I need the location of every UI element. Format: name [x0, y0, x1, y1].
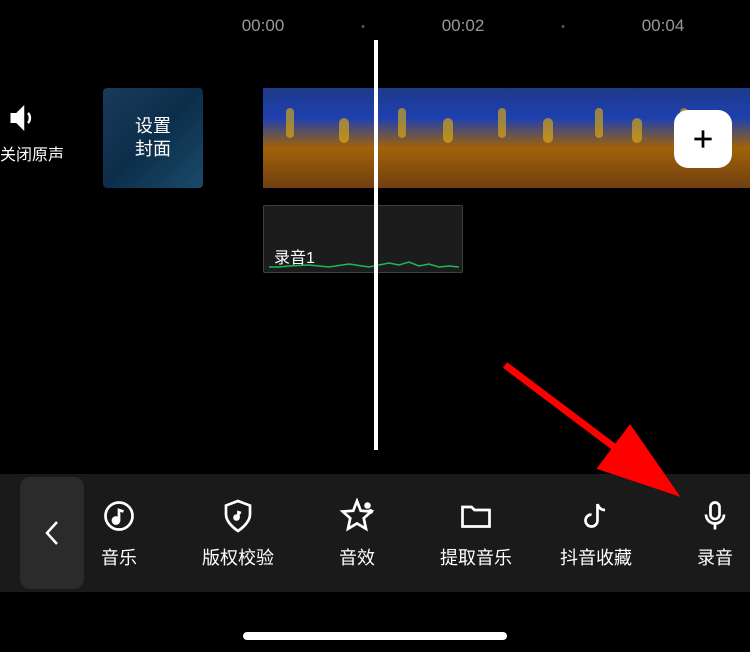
ruler-time-0: 00:00 — [242, 16, 285, 36]
music-icon — [99, 496, 139, 536]
set-cover-button[interactable]: 设置 封面 — [103, 88, 203, 188]
mute-label: 关闭原声 — [0, 141, 64, 165]
folder-icon — [456, 496, 496, 536]
back-button[interactable] — [20, 477, 84, 589]
audio-clip[interactable]: 录音1 — [263, 205, 463, 273]
cover-text-2: 封面 — [135, 138, 171, 161]
video-frame — [578, 88, 663, 188]
mute-original-button[interactable]: 关闭原声 — [0, 103, 64, 165]
douyin-icon — [576, 496, 616, 536]
tool-douyin-collect[interactable]: 抖音收藏 — [560, 496, 632, 570]
playhead[interactable] — [374, 40, 378, 450]
speaker-icon — [8, 103, 38, 133]
tool-label: 音乐 — [101, 544, 137, 570]
tool-label: 录音 — [697, 544, 733, 570]
audio-toolbar: 音乐 版权校验 音效 — [0, 474, 750, 592]
video-frame — [478, 88, 578, 188]
microphone-icon — [695, 496, 735, 536]
timeline-ruler[interactable]: 00:00 00:02 00:04 — [0, 14, 750, 38]
tool-label: 音效 — [339, 544, 375, 570]
ruler-tick — [562, 25, 565, 28]
cover-text-1: 设置 — [135, 115, 171, 138]
shield-icon — [218, 496, 258, 536]
tool-copyright[interactable]: 版权校验 — [202, 496, 274, 570]
ruler-time-2: 00:04 — [642, 16, 685, 36]
home-indicator[interactable] — [243, 632, 507, 640]
video-frame — [263, 88, 378, 188]
tool-music[interactable]: 音乐 — [84, 496, 154, 570]
tool-label: 版权校验 — [202, 544, 274, 570]
tool-sound-effect[interactable]: 音效 — [322, 496, 392, 570]
audio-clip-label: 录音1 — [274, 244, 315, 268]
star-icon — [337, 496, 377, 536]
tool-label: 提取音乐 — [440, 544, 512, 570]
ruler-time-1: 00:02 — [442, 16, 485, 36]
ruler-tick — [362, 25, 365, 28]
tool-label: 抖音收藏 — [560, 544, 632, 570]
chevron-left-icon — [43, 518, 61, 548]
plus-icon — [690, 126, 716, 152]
tool-record[interactable]: 录音 — [680, 496, 750, 570]
add-clip-button[interactable] — [674, 110, 732, 168]
video-frame — [378, 88, 478, 188]
tool-extract-music[interactable]: 提取音乐 — [440, 496, 512, 570]
